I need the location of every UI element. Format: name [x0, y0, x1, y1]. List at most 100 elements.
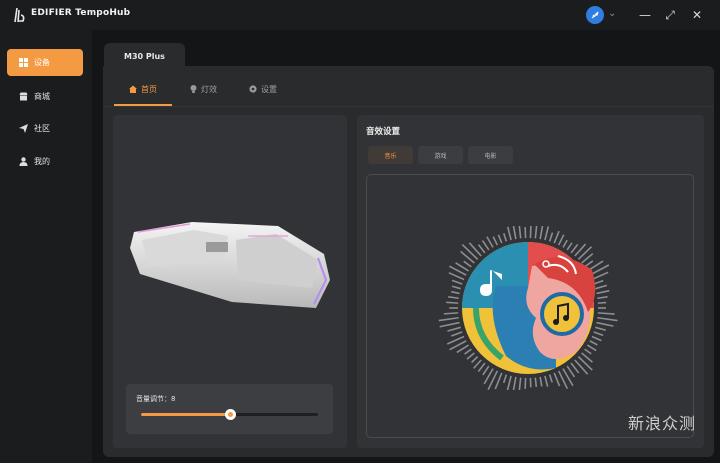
- waveform-bar: [450, 331, 463, 337]
- sidebar-item-label: 设备: [34, 58, 50, 67]
- waveform-bar: [447, 326, 461, 332]
- waveform-bar: [595, 284, 608, 290]
- waveform-bar: [518, 377, 522, 390]
- sidebar-item-community[interactable]: 社区: [7, 115, 83, 142]
- waveform-bar: [574, 359, 589, 375]
- volume-slider-handle[interactable]: [224, 409, 236, 420]
- waveform-bar: [451, 290, 460, 295]
- waveform-bar: [497, 234, 503, 244]
- user-icon: [18, 157, 28, 167]
- user-avatar[interactable]: [586, 6, 604, 24]
- maximize-button[interactable]: ⤢: [663, 8, 677, 22]
- grid-icon: [18, 58, 28, 68]
- waveform-bar: [438, 316, 459, 322]
- tab-settings[interactable]: 设置: [249, 73, 277, 105]
- waveform-bar: [539, 376, 543, 387]
- speaker-image: [130, 222, 330, 308]
- waveform-bar: [502, 233, 508, 242]
- waveform-bar: [481, 240, 490, 251]
- tab-label: 首页: [141, 84, 157, 94]
- waveform-bar: [506, 226, 512, 241]
- waveform-bar: [597, 296, 608, 300]
- device-name: M30 Plus: [124, 51, 165, 61]
- mode-game-button[interactable]: 游戏: [418, 146, 463, 164]
- watermark-text: 新浪众测: [628, 414, 697, 433]
- waveform-bar: [589, 340, 598, 346]
- tab-label: 灯效: [201, 84, 217, 94]
- waveform-bar: [586, 344, 597, 352]
- waveform-bar: [494, 372, 503, 390]
- waveform-bar: [529, 226, 532, 239]
- waveform-bar: [544, 375, 549, 387]
- volume-slider[interactable]: [141, 409, 318, 420]
- waveform-bar: [596, 289, 610, 295]
- waveform-bar: [482, 365, 490, 376]
- app-title: EDIFIER TempoHub: [31, 8, 131, 18]
- waveform-bar: [492, 236, 499, 246]
- waveform-bar: [471, 356, 479, 364]
- waveform-bar: [456, 344, 470, 354]
- volume-label: 音量调节：8: [136, 395, 176, 403]
- mode-movie-button[interactable]: 电影: [468, 146, 513, 164]
- waveform-bar: [466, 352, 475, 360]
- volume-slider-fill: [141, 413, 230, 416]
- close-button[interactable]: ✕: [690, 8, 704, 22]
- sidebar-item-label: 我的: [34, 157, 50, 166]
- minimize-button[interactable]: —: [638, 8, 652, 22]
- waveform-bar: [548, 374, 553, 383]
- waveform-bar: [570, 243, 579, 254]
- waveform-bar: [577, 246, 593, 260]
- tab-label: 设置: [261, 84, 277, 94]
- waveform-bar: [477, 362, 486, 373]
- waveform-bar: [502, 374, 508, 384]
- waveform-bar: [534, 377, 538, 388]
- home-icon: [129, 85, 137, 93]
- sound-effects-title: 音效设置: [366, 127, 401, 137]
- tab-divider: [103, 106, 714, 107]
- waveform-bar: [451, 285, 461, 290]
- tab-lighting[interactable]: 灯效: [190, 73, 217, 105]
- waveform-bar: [512, 376, 517, 390]
- waveform-bar: [566, 365, 576, 378]
- tab-home[interactable]: 首页: [129, 73, 157, 105]
- sidebar-item-profile[interactable]: 我的: [7, 148, 83, 175]
- waveform-bar: [446, 301, 459, 304]
- waveform-bar: [593, 331, 604, 337]
- waveform-bar: [544, 226, 550, 241]
- waveform-bar: [593, 279, 604, 285]
- waveform-bar: [597, 301, 607, 304]
- waveform-bar: [566, 242, 573, 251]
- waveform-bar: [597, 316, 618, 322]
- account-dropdown-chevron-icon[interactable]: ⌄: [608, 8, 616, 19]
- waveform-bar: [577, 356, 593, 371]
- waveform-bar: [553, 372, 561, 387]
- sidebar-item-label: 社区: [34, 124, 50, 133]
- bulb-icon: [190, 85, 197, 93]
- sidebar-item-label: 商城: [34, 92, 50, 101]
- waveform-bar: [512, 226, 517, 240]
- waveform-bar: [570, 362, 580, 374]
- waveform-bar: [448, 272, 465, 281]
- waveform-bar: [477, 244, 486, 254]
- send-icon: [18, 124, 28, 134]
- waveform-bar: [443, 312, 459, 315]
- waveform-bar: [506, 375, 512, 390]
- waveform-bar: [473, 359, 482, 369]
- waveform-bar: [591, 335, 602, 342]
- waveform-bar: [548, 232, 554, 242]
- sidebar-item-devices[interactable]: 设备: [7, 49, 83, 76]
- waveform-bar: [539, 226, 544, 240]
- title-bar: EDIFIER TempoHub ⌄ — ⤢ ✕: [0, 0, 720, 30]
- shop-icon: [18, 92, 28, 102]
- waveform-bar: [596, 321, 614, 327]
- sidebar-item-shop[interactable]: 商城: [7, 83, 83, 110]
- waveform-bar: [486, 236, 494, 248]
- mode-music-button[interactable]: 音乐: [368, 146, 413, 164]
- waveform-bar: [461, 244, 479, 260]
- waveform-bar: [451, 279, 463, 285]
- waveform-bar: [595, 326, 606, 332]
- waveform-bar: [439, 321, 460, 328]
- waveform-bar: [463, 260, 472, 268]
- waveform-bar: [557, 234, 565, 246]
- waveform-bar: [534, 226, 538, 239]
